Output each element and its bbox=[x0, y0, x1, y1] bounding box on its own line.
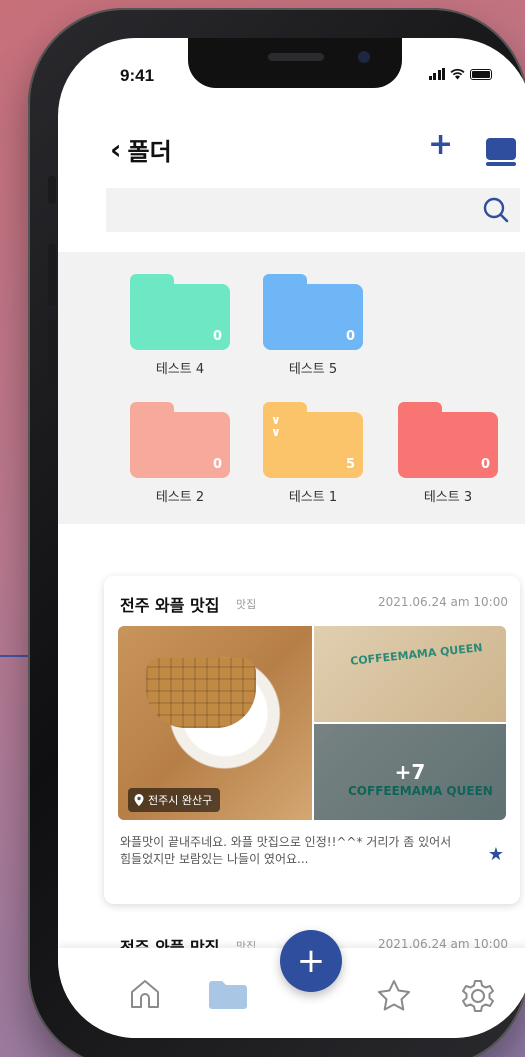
search-icon[interactable] bbox=[482, 196, 510, 224]
add-post-button[interactable]: + bbox=[280, 930, 342, 992]
phone-frame: 9:41 ‹ 폴더 + 0 테스트 4 0 테스트 5 0 테스트 2 ∨ ∨ … bbox=[28, 8, 525, 1057]
side-button bbox=[48, 176, 56, 204]
settings-icon[interactable] bbox=[460, 978, 496, 1014]
post-title: 전주 와플 맛집 bbox=[120, 596, 220, 615]
star-icon[interactable] bbox=[376, 978, 412, 1012]
home-icon[interactable] bbox=[128, 978, 162, 1010]
post-photo-more[interactable]: COFFEEMAMA QUEEN +7 bbox=[314, 724, 506, 820]
camera bbox=[358, 51, 370, 63]
add-folder-button[interactable]: + bbox=[428, 130, 453, 160]
folder-item[interactable]: 0 테스트 2 bbox=[130, 402, 230, 505]
waffle-image bbox=[146, 658, 256, 728]
location-label: 전주시 완산구 bbox=[148, 794, 213, 807]
folder-item[interactable]: 0 테스트 3 bbox=[398, 402, 498, 505]
folder-item[interactable]: 0 테스트 4 bbox=[130, 274, 230, 377]
folder-icon: 0 bbox=[130, 274, 230, 350]
post-photo-main[interactable]: 전주시 완산구 bbox=[118, 626, 312, 820]
post-text: 와플맛이 끝내주네요. 와플 맛집으로 인정!!^^* 거리가 좀 있어서 힘들… bbox=[120, 835, 452, 866]
chevron-down-icon: ∨ ∨ bbox=[271, 413, 281, 439]
notch bbox=[188, 38, 402, 88]
folder-icon: ∨ ∨ 5 bbox=[263, 402, 363, 478]
folder-label: 테스트 3 bbox=[423, 490, 473, 505]
search-input[interactable] bbox=[106, 188, 520, 232]
folder-view-icon[interactable] bbox=[486, 138, 516, 166]
folder-label: 테스트 1 bbox=[288, 490, 338, 505]
signal-icon bbox=[428, 68, 445, 80]
side-button bbox=[48, 244, 56, 306]
folder-icon[interactable] bbox=[208, 978, 248, 1010]
folder-grid: 0 테스트 4 0 테스트 5 0 테스트 2 ∨ ∨ 5 테스트 1 0 테스… bbox=[58, 252, 525, 524]
folder-label: 테스트 4 bbox=[155, 362, 205, 377]
post-date: 2021.06.24 am 10:00 bbox=[378, 595, 508, 609]
page-title: 폴더 bbox=[127, 138, 172, 166]
folder-item[interactable]: ∨ ∨ 5 테스트 1 bbox=[263, 402, 363, 505]
header: ‹ 폴더 + bbox=[58, 130, 525, 170]
chevron-left-icon: ‹ bbox=[110, 132, 122, 166]
folder-icon: 0 bbox=[130, 402, 230, 478]
battery-icon bbox=[470, 68, 492, 80]
post-card[interactable]: 전주 와플 맛집 맛집 2021.06.24 am 10:00 전주시 완산구 … bbox=[104, 576, 520, 904]
more-photos-count: +7 bbox=[394, 760, 426, 784]
folder-count: 5 bbox=[345, 457, 355, 472]
folder-count: 0 bbox=[345, 329, 355, 344]
brand-logo: COFFEEMAMA QUEEN bbox=[349, 641, 484, 668]
side-button bbox=[48, 320, 56, 382]
back-button[interactable]: ‹ 폴더 bbox=[110, 132, 172, 167]
wifi-icon bbox=[450, 68, 465, 80]
app-screen: 9:41 ‹ 폴더 + 0 테스트 4 0 테스트 5 0 테스트 2 ∨ ∨ … bbox=[58, 38, 525, 1038]
post-category: 맛집 bbox=[236, 598, 257, 611]
location-pin-icon bbox=[134, 794, 144, 806]
status-time: 9:41 bbox=[120, 66, 155, 85]
post-photo[interactable]: COFFEEMAMA QUEEN bbox=[314, 626, 506, 722]
star-icon[interactable]: ★ bbox=[488, 844, 504, 865]
folder-label: 테스트 5 bbox=[288, 362, 338, 377]
folder-count: 0 bbox=[212, 329, 222, 344]
folder-icon: 0 bbox=[398, 402, 498, 478]
folder-label: 테스트 2 bbox=[155, 490, 205, 505]
status-icons bbox=[428, 68, 492, 80]
speaker bbox=[268, 53, 324, 61]
folder-count: 0 bbox=[212, 457, 222, 472]
location-badge: 전주시 완산구 bbox=[128, 788, 221, 812]
folder-count: 0 bbox=[480, 457, 490, 472]
folder-item[interactable]: 0 테스트 5 bbox=[263, 274, 363, 377]
folder-icon: 0 bbox=[263, 274, 363, 350]
